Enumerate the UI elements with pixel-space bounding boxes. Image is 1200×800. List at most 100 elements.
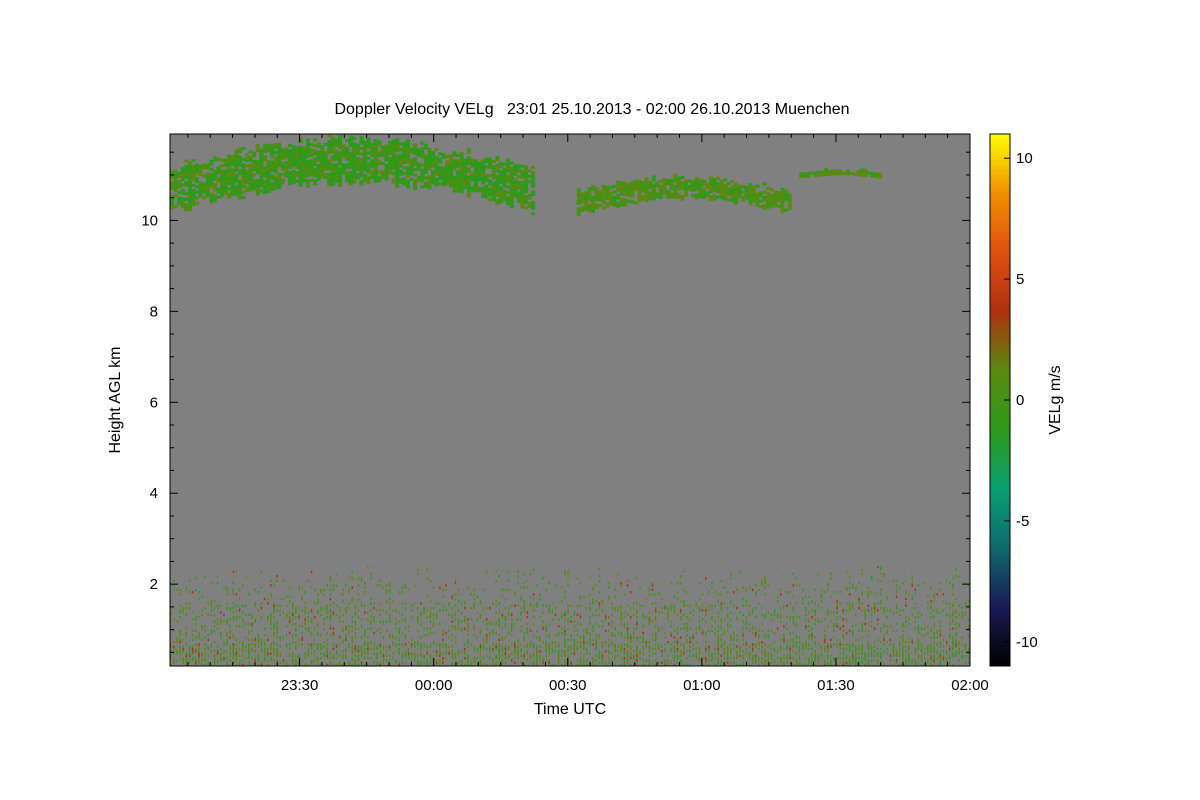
echo-cell bbox=[598, 198, 603, 202]
echo-cell bbox=[486, 647, 488, 651]
echo-cell bbox=[376, 629, 378, 632]
echo-cell bbox=[864, 611, 866, 614]
echo-cell bbox=[395, 173, 400, 177]
echo-cell bbox=[644, 191, 649, 195]
echo-cell bbox=[320, 645, 322, 648]
echo-cell bbox=[766, 206, 771, 209]
echo-cell bbox=[330, 182, 335, 186]
echo-cell bbox=[348, 588, 350, 592]
echo-cell bbox=[429, 616, 432, 619]
echo-cell bbox=[513, 172, 518, 176]
echo-cell bbox=[310, 620, 313, 623]
echo-cell bbox=[961, 650, 963, 653]
echo-cell bbox=[501, 659, 504, 662]
echo-cell bbox=[198, 183, 203, 187]
echo-cell bbox=[380, 151, 385, 155]
echo-cell bbox=[389, 659, 391, 662]
echo-cell bbox=[687, 185, 692, 189]
echo-cell bbox=[920, 643, 923, 646]
echo-cell bbox=[827, 625, 829, 628]
echo-cell bbox=[348, 154, 353, 158]
echo-cell bbox=[914, 593, 917, 596]
echo-cell bbox=[382, 609, 385, 612]
echo-cell bbox=[229, 625, 231, 628]
echo-cell bbox=[573, 650, 576, 653]
echo-cell bbox=[320, 145, 325, 149]
echo-cell bbox=[626, 631, 629, 635]
echo-cell bbox=[667, 654, 669, 657]
echo-cell bbox=[845, 647, 848, 651]
echo-cell bbox=[583, 638, 585, 642]
echo-cell bbox=[367, 611, 369, 614]
echo-cell bbox=[633, 636, 635, 639]
echo-cell bbox=[187, 180, 192, 184]
echo-cell bbox=[413, 162, 418, 166]
echo-cell bbox=[629, 654, 632, 657]
echo-cell bbox=[654, 647, 657, 651]
echo-cell bbox=[748, 629, 751, 632]
echo-cell bbox=[637, 179, 642, 183]
echo-cell bbox=[880, 641, 882, 644]
echo-cell bbox=[420, 163, 425, 167]
echo-cell bbox=[939, 631, 942, 635]
echo-cell bbox=[933, 595, 935, 598]
echo-cell bbox=[967, 634, 970, 637]
echo-cell bbox=[726, 187, 731, 191]
echo-cell bbox=[520, 189, 525, 192]
echo-cell bbox=[309, 159, 314, 163]
echo-cell bbox=[204, 643, 206, 646]
echo-cell bbox=[523, 606, 525, 610]
echo-cell bbox=[955, 568, 957, 571]
echo-cell bbox=[629, 634, 632, 637]
echo-cell bbox=[714, 620, 716, 623]
echo-cell bbox=[486, 641, 488, 644]
echo-cell bbox=[406, 180, 410, 183]
echo-cell bbox=[442, 609, 444, 612]
echo-cell bbox=[263, 144, 267, 148]
echo-cell bbox=[769, 188, 774, 192]
echo-cell bbox=[531, 204, 536, 208]
echo-cell bbox=[708, 645, 710, 648]
echo-cell bbox=[511, 604, 513, 607]
echo-cell bbox=[514, 645, 516, 648]
echo-cell bbox=[927, 661, 929, 664]
echo-cell bbox=[852, 172, 857, 176]
echo-cell bbox=[491, 181, 496, 185]
echo-cell bbox=[291, 156, 296, 160]
echo-cell bbox=[780, 659, 782, 662]
echo-cell bbox=[917, 627, 920, 630]
echo-cell bbox=[248, 645, 250, 648]
echo-cell bbox=[676, 647, 679, 651]
echo-cell bbox=[654, 634, 657, 637]
echo-cell bbox=[858, 581, 860, 585]
echo-cell bbox=[773, 659, 776, 662]
echo-cell bbox=[695, 656, 698, 660]
echo-cell bbox=[676, 638, 679, 642]
echo-cell bbox=[892, 652, 895, 655]
echo-cell bbox=[254, 638, 256, 642]
echo-cell bbox=[570, 647, 572, 651]
echo-cell bbox=[309, 162, 314, 166]
echo-cell bbox=[776, 196, 781, 200]
echo-cell bbox=[576, 629, 579, 632]
echo-cell bbox=[409, 147, 414, 151]
echo-cell bbox=[751, 588, 754, 592]
echo-cell bbox=[277, 172, 282, 176]
echo-cell bbox=[230, 157, 235, 161]
echo-cell bbox=[895, 661, 898, 664]
echo-cell bbox=[905, 616, 907, 619]
echo-cell bbox=[661, 661, 663, 664]
echo-cell bbox=[506, 185, 511, 189]
echo-cell bbox=[883, 636, 885, 639]
echo-cell bbox=[501, 654, 504, 657]
echo-cell bbox=[930, 606, 932, 610]
echo-cell bbox=[230, 187, 235, 191]
echo-cell bbox=[454, 656, 457, 660]
echo-cell bbox=[567, 604, 569, 607]
echo-cell bbox=[270, 149, 275, 153]
echo-cell bbox=[232, 606, 235, 610]
echo-cell bbox=[276, 625, 278, 628]
echo-cell bbox=[259, 154, 264, 158]
echo-cell bbox=[564, 618, 566, 621]
echo-cell bbox=[377, 154, 382, 158]
